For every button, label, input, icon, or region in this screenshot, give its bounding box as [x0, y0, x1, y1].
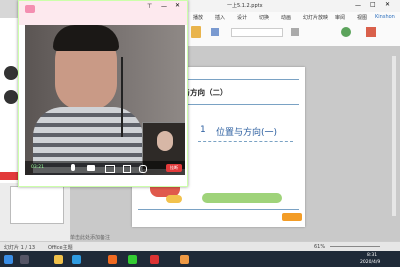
- pip-person-face: [157, 131, 173, 151]
- avatar[interactable]: [4, 90, 18, 104]
- ribbon-tab-1[interactable]: 插入: [215, 14, 225, 21]
- app-logo-icon: [25, 5, 35, 13]
- taskbar: 8:31 2020/4/9: [0, 251, 400, 267]
- shape-icon[interactable]: [341, 27, 351, 37]
- slide-subtitle: 位置与方向(一): [216, 128, 278, 138]
- logo-badge-icon: [282, 213, 302, 221]
- search-icon[interactable]: [20, 255, 29, 264]
- theme-name: Office主题: [48, 245, 73, 251]
- start-icon[interactable]: [4, 255, 13, 264]
- grass-decoration: [202, 193, 282, 203]
- clock-date[interactable]: 2020/4/9: [360, 260, 380, 265]
- chat-red-tag[interactable]: [0, 172, 18, 180]
- slide-bottom-line: [138, 209, 299, 210]
- slide-thumbnail[interactable]: [10, 186, 64, 224]
- video-window-titlebar: ⊤ — ✕: [19, 1, 187, 25]
- avatar[interactable]: [4, 66, 18, 80]
- ribbon-right-label[interactable]: Kinshon: [375, 14, 395, 20]
- browser-icon[interactable]: [72, 255, 81, 264]
- clock-time[interactable]: 8:31: [367, 253, 377, 258]
- notes-hint[interactable]: 单击此处添加备注: [70, 234, 110, 241]
- wps-icon[interactable]: [150, 255, 159, 264]
- fullscreen-icon[interactable]: [123, 165, 131, 173]
- hangup-button[interactable]: 挂断: [166, 164, 182, 172]
- ribbon-tab-3[interactable]: 切换: [259, 14, 269, 21]
- mic-icon[interactable]: [71, 164, 75, 171]
- ribbon-tab-6[interactable]: 审阅: [335, 14, 345, 21]
- ribbon-tab-0[interactable]: 播放: [193, 14, 203, 21]
- ribbon-toolbar: [191, 24, 391, 42]
- video-app-icon[interactable]: [180, 255, 189, 264]
- screen-share-icon[interactable]: [105, 165, 115, 173]
- mi-icon[interactable]: [108, 255, 117, 264]
- cartoon-foot-icon: [166, 195, 182, 203]
- close-icon[interactable]: ✕: [175, 2, 180, 9]
- call-duration: 03:21: [31, 165, 44, 170]
- zoom-slider[interactable]: [330, 246, 380, 247]
- settings-icon[interactable]: [139, 165, 147, 173]
- video-controls: 03:21: [25, 161, 185, 175]
- headphone-cable: [121, 57, 123, 137]
- ribbon-tab-7[interactable]: 视图: [357, 14, 367, 21]
- align-icon[interactable]: [291, 28, 299, 36]
- ribbon-tab-4[interactable]: 动画: [281, 14, 291, 21]
- format-icon[interactable]: [211, 28, 219, 36]
- arrange-icon[interactable]: [366, 27, 376, 37]
- ribbon-tab-2[interactable]: 设计: [237, 14, 247, 21]
- camera-icon[interactable]: [87, 165, 95, 171]
- page-info: 幻灯片 1 / 13: [4, 245, 35, 251]
- maximize-icon[interactable]: □: [370, 1, 376, 8]
- pin-icon[interactable]: ⊤: [147, 3, 152, 10]
- explorer-icon[interactable]: [54, 255, 63, 264]
- minimize-icon[interactable]: —: [161, 3, 167, 10]
- wps-ribbon: 播放 插入 设计 切换 动画 幻灯片放映 审阅 视图 Kinshon: [185, 12, 400, 47]
- chat-app-icon[interactable]: [128, 255, 137, 264]
- vertical-scrollbar[interactable]: [392, 56, 396, 216]
- font-box[interactable]: [231, 28, 283, 37]
- slide-subtitle-number: 1: [200, 125, 206, 135]
- wps-tab-title[interactable]: 一上5.1.2.pptx: [227, 2, 263, 9]
- minimize-icon[interactable]: —: [355, 2, 361, 9]
- close-icon[interactable]: ✕: [385, 1, 390, 8]
- video-call-window: ⊤ — ✕ 03:21 挂断: [18, 0, 188, 187]
- subtitle-dashed-line: [198, 141, 293, 142]
- remote-video: [25, 25, 185, 175]
- paste-icon[interactable]: [191, 26, 201, 38]
- zoom-level[interactable]: 61%: [314, 244, 325, 250]
- person-hair: [53, 25, 119, 51]
- ribbon-tab-5[interactable]: 幻灯片放映: [303, 14, 328, 21]
